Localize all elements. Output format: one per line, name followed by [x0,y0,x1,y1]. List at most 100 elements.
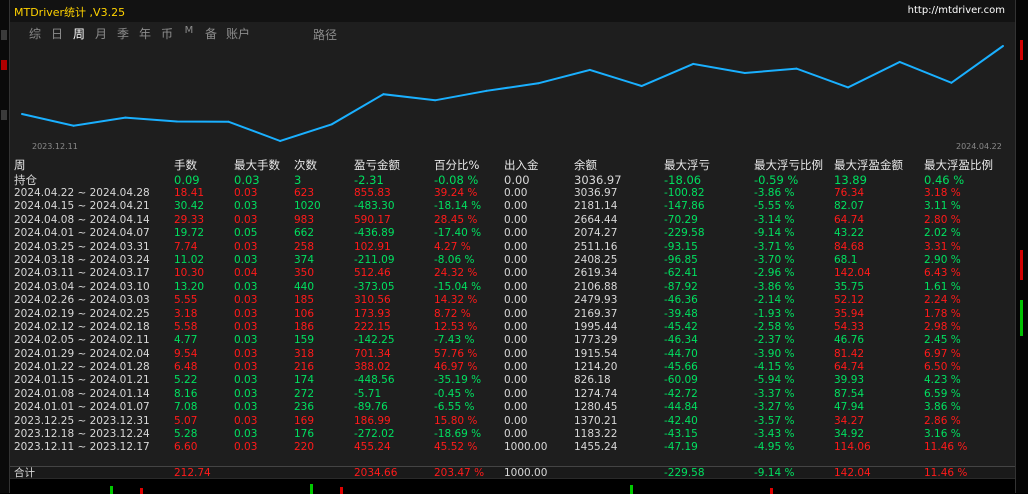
strip-tick [1,60,7,70]
table-row: 2024.02.12 ~ 2024.02.18 5.58 0.03 186 222.15… [10,321,1015,334]
table-row-cell-3: 236 [294,401,315,414]
table-row-cell-8: -45.66 [664,361,698,374]
table-row-cell-7: 2074.27 [574,227,618,240]
table-row-cell-8: -44.70 [664,347,698,360]
table-header-cell-7: 余额 [574,158,597,172]
table-row-cell-1: 13.20 [174,280,205,293]
table-row-cell-7: 3036.97 [574,187,618,199]
table-row-cell-3: 350 [294,267,315,280]
table-row-cell-0: 2024.03.04 ~ 2024.03.10 [14,280,150,293]
balance-point [1002,45,1004,47]
table-row-cell-8: -147.86 [664,200,705,213]
holding-row-cell-11: 0.46 % [924,173,965,187]
table-row-cell-10: 34.27 [834,414,865,427]
table-row-cell-2: 0.03 [234,213,258,226]
table-row-cell-7: 2181.14 [574,200,618,213]
table-row-cell-3: 186 [294,320,315,333]
table-header-cell-6: 出入金 [504,158,539,172]
table-header-cell-4: 盈亏金额 [354,158,400,172]
table-row-cell-4: -5.71 [354,387,382,400]
table-row-cell-11: 2.90 % [924,253,961,266]
table-row: 2024.03.18 ~ 2024.03.24 11.02 0.03 374 -211.… [10,254,1015,267]
table-row-cell-3: 216 [294,361,315,374]
table-row-cell-8: -70.29 [664,213,698,226]
table-row-cell-7: 2408.25 [574,253,618,266]
table-row-cell-6: 0.00 [504,227,528,240]
holding-row-cell-6: 0.00 [504,173,530,187]
site-url-link[interactable]: http://mtdriver.com [908,5,1005,16]
table-header-cell-10: 最大浮盈金额 [834,158,903,172]
table-row: 2024.04.08 ~ 2024.04.14 29.33 0.03 983 590.1… [10,214,1015,227]
table-row-cell-9: -3.70 % [754,253,795,266]
table-row-cell-11: 6.43 % [924,267,961,280]
balance-point [743,72,746,74]
table-row: 2023.12.18 ~ 2023.12.24 5.28 0.03 176 -272.0… [10,428,1015,441]
table-row: 2024.02.19 ~ 2024.02.25 3.18 0.03 106 173.93… [10,308,1015,321]
table-row-cell-8: -62.41 [664,267,698,280]
table-row-cell-4: 590.17 [354,213,391,226]
table-header-cell-11: 最大浮盈比例 [924,158,993,172]
table-row-cell-9: -2.37 % [754,334,795,347]
table-row-cell-7: 1995.44 [574,320,618,333]
table-row-cell-10: 64.74 [834,361,865,374]
balance-point [640,85,643,87]
table-row-cell-5: 57.76 % [434,347,478,360]
table-row-cell-11: 6.50 % [924,361,961,374]
table-row-cell-1: 3.18 [174,307,198,320]
table-row-cell-10: 82.07 [834,200,865,213]
table-row-cell-5: 45.52 % [434,441,478,454]
table-row-cell-6: 0.00 [504,240,528,253]
table-row: 2024.03.25 ~ 2024.03.31 7.74 0.03 258 102.91… [10,241,1015,254]
table-row-cell-7: 1274.74 [574,387,618,400]
table-row-cell-3: 174 [294,374,315,387]
balance-point [692,62,695,65]
table-row-cell-4: -436.89 [354,227,395,240]
table-row-cell-3: 169 [294,414,315,427]
table-row-cell-0: 2024.03.25 ~ 2024.03.31 [14,240,150,253]
table-row-cell-8: -46.34 [664,334,698,347]
table-row-cell-10: 142.04 [834,267,871,280]
table-row: 2024.03.11 ~ 2024.03.17 10.30 0.04 350 512.4… [10,267,1015,280]
table-row-cell-6: 0.00 [504,361,528,374]
table-row: 2023.12.25 ~ 2023.12.31 5.07 0.03 169 186.99… [10,415,1015,428]
table-row-cell-8: -44.84 [664,401,698,414]
table-row-cell-10: 43.22 [834,227,865,240]
table-row-cell-11: 3.18 % [924,187,961,199]
table-row-cell-7: 1455.24 [574,441,618,454]
holding-row-cell-8: -18.06 [664,173,702,187]
table-row-cell-4: 512.46 [354,267,391,280]
table-row-cell-10: 64.74 [834,213,865,226]
table-row-cell-2: 0.03 [234,374,258,387]
table-row-cell-7: 2511.16 [574,240,618,253]
table-row-cell-9: -3.86 % [754,187,795,199]
table-row-cell-0: 2024.02.05 ~ 2024.02.11 [14,334,150,347]
table-row-cell-0: 2024.02.26 ~ 2024.03.03 [14,294,150,307]
table-row-cell-11: 3.31 % [924,240,961,253]
table-row-cell-9: -3.37 % [754,387,795,400]
table-row-cell-6: 0.00 [504,334,528,347]
table-row-cell-3: 185 [294,294,315,307]
table-row-cell-3: 220 [294,441,315,454]
table-row-cell-1: 4.77 [174,334,198,347]
table-row-cell-2: 0.03 [234,253,258,266]
balance-point [847,86,850,89]
table-row-cell-3: 176 [294,428,315,441]
table-row-cell-10: 68.1 [834,253,858,266]
table-row-cell-10: 84.68 [834,240,865,253]
table-row-cell-0: 2024.04.22 ~ 2024.04.28 [14,187,150,199]
table-row-cell-8: -60.09 [664,374,698,387]
table-row-cell-7: 2106.88 [574,280,618,293]
table-row-cell-10: 46.76 [834,334,865,347]
table-row-cell-2: 0.03 [234,240,258,253]
table-row-cell-6: 0.00 [504,213,528,226]
table-row-cell-4: -142.25 [354,334,395,347]
table-row-cell-0: 2024.02.19 ~ 2024.02.25 [14,307,150,320]
left-chart-strip [0,0,10,493]
table-row-cell-3: 272 [294,387,315,400]
table-row-cell-4: 455.24 [354,441,391,454]
table-row-cell-3: 374 [294,253,315,266]
table-row-cell-8: -42.40 [664,414,698,427]
table-row-cell-5: -15.04 % [434,280,482,293]
table-row-cell-9: -1.93 % [754,307,795,320]
strip-tick [1,30,7,40]
